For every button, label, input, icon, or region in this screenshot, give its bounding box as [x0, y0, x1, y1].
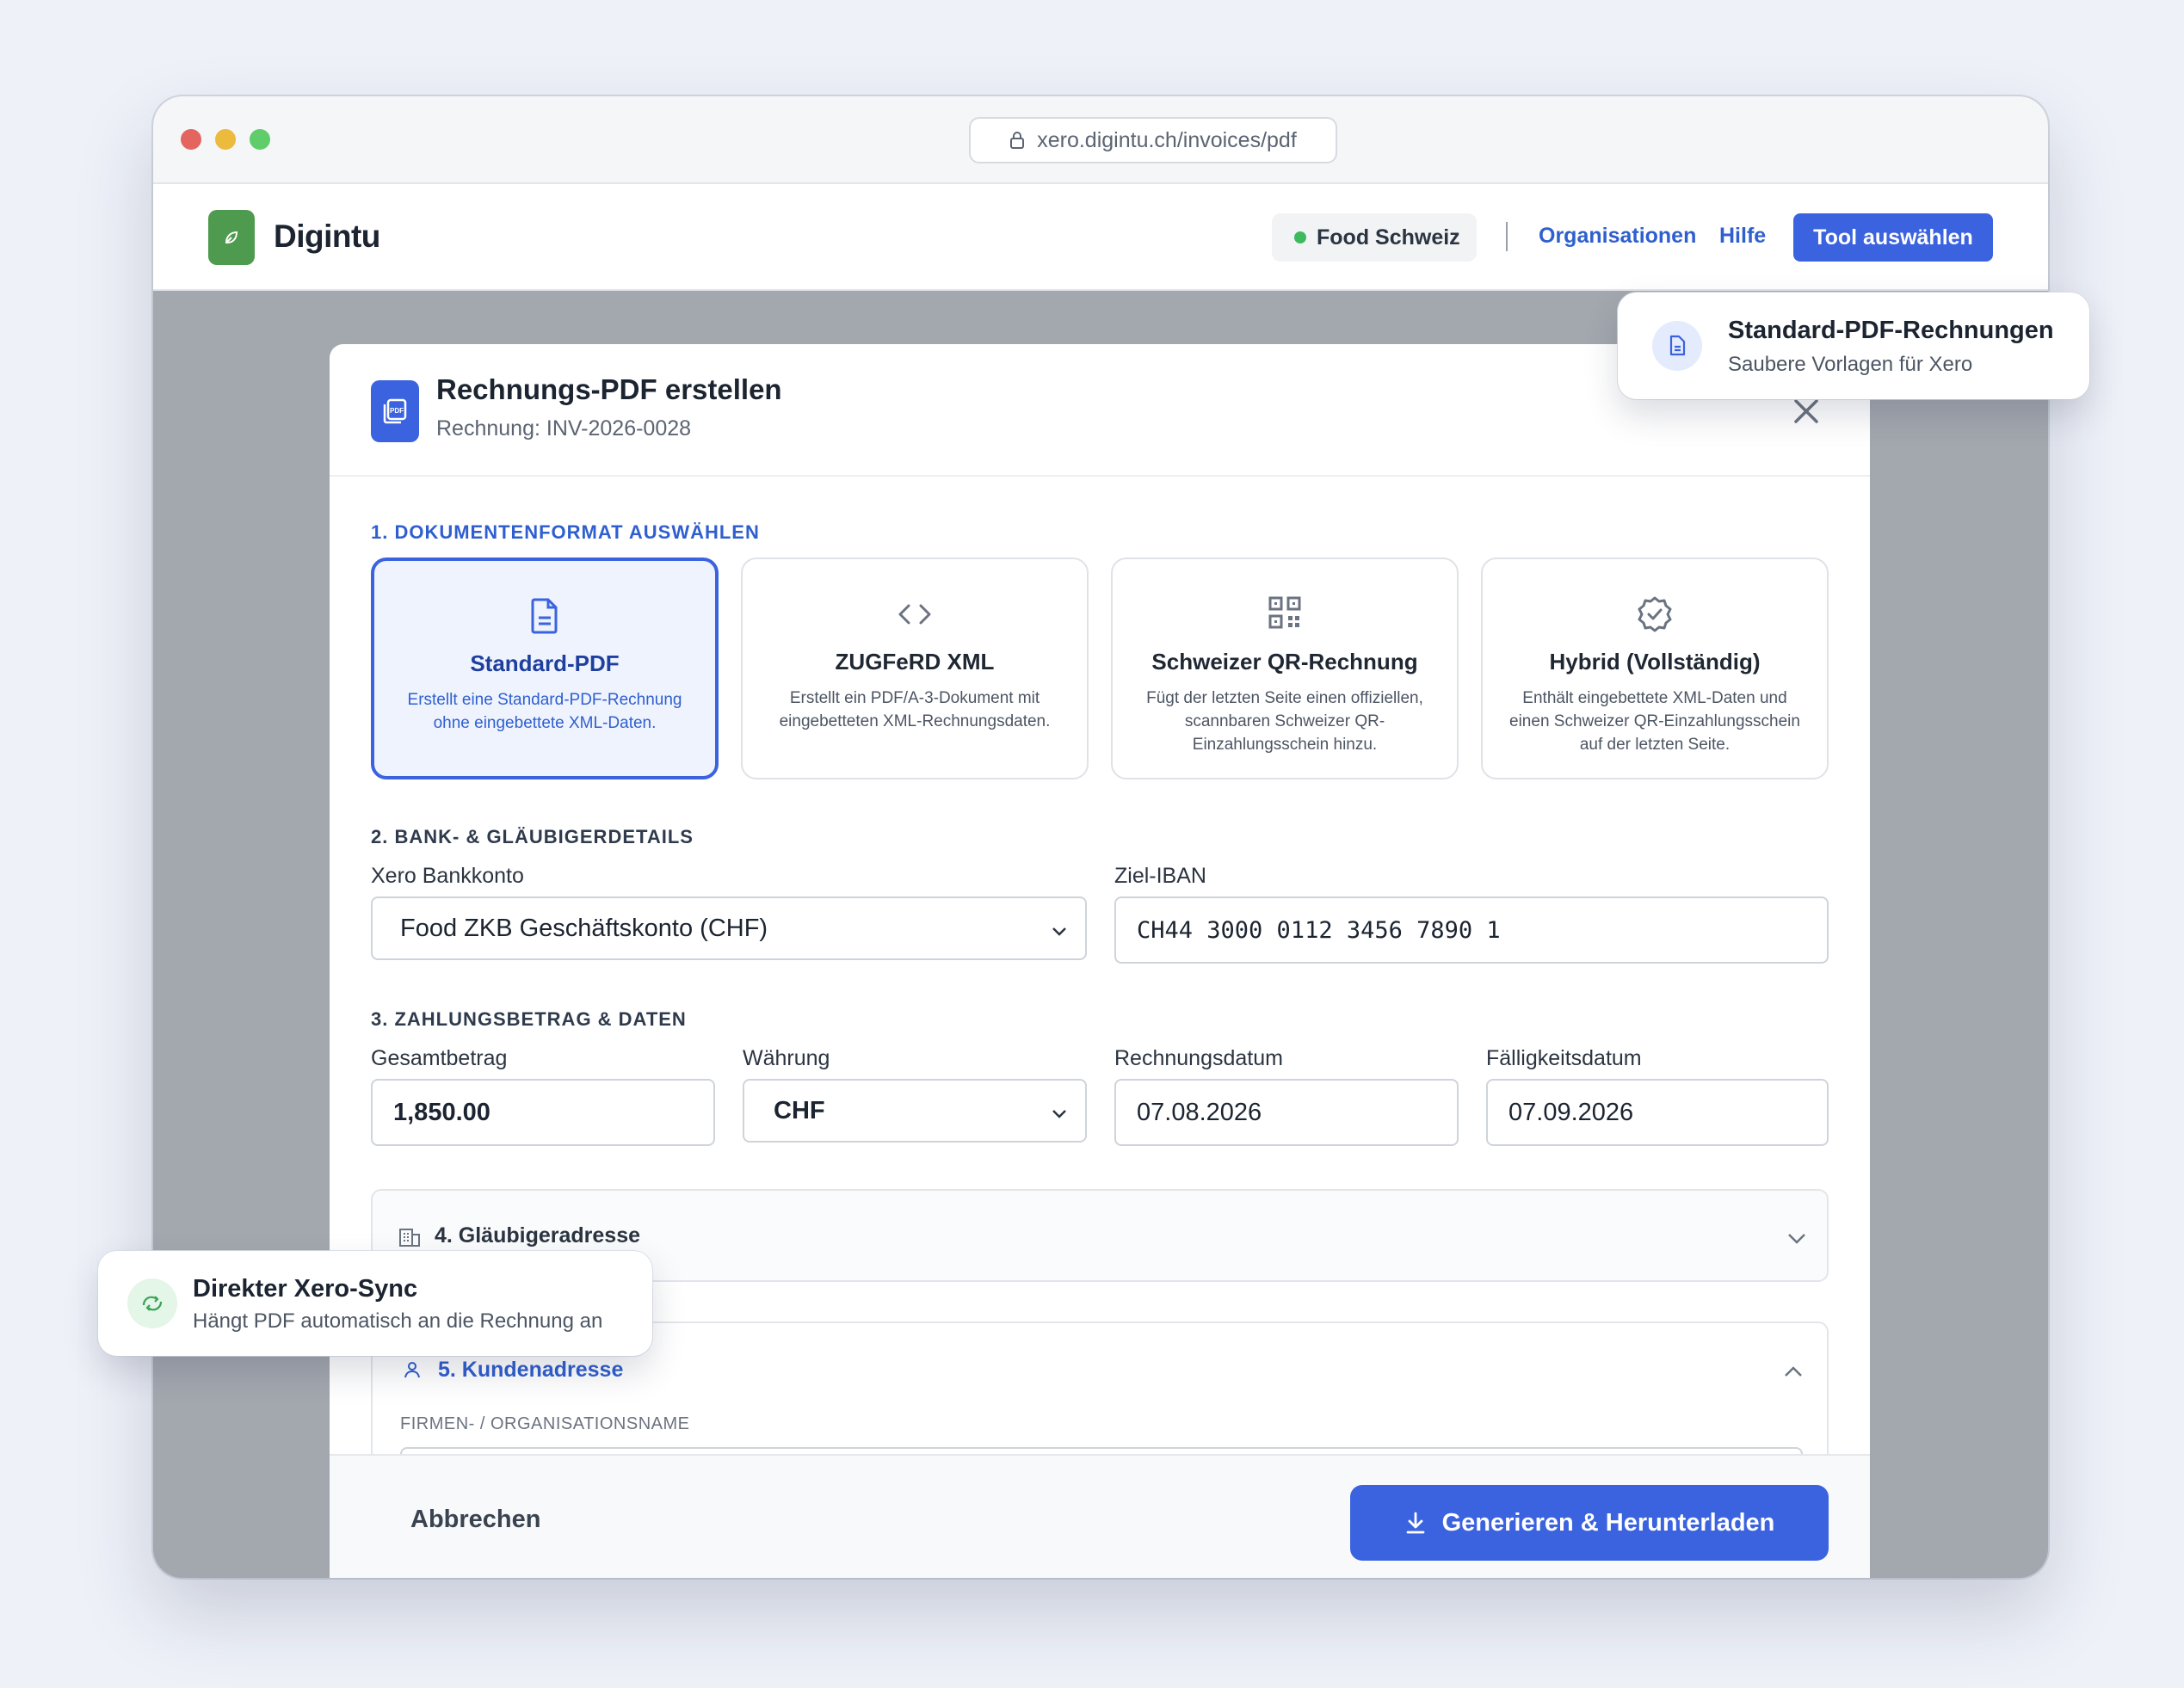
- format-card-qr[interactable]: Schweizer QR-Rechnung Fügt der letzten S…: [1111, 558, 1459, 779]
- format-title: Schweizer QR-Rechnung: [1151, 649, 1418, 675]
- format-card-zugferd[interactable]: ZUGFeRD XML Erstellt ein PDF/A-3-Dokumen…: [741, 558, 1089, 779]
- bank-account-select[interactable]: Food ZKB Geschäftskonto (CHF): [371, 896, 1087, 960]
- browser-chrome: xero.digintu.ch/invoices/pdf: [153, 96, 2048, 184]
- chevron-down-icon: [1788, 1234, 1805, 1244]
- format-title: ZUGFeRD XML: [835, 649, 995, 675]
- user-icon: [404, 1362, 420, 1378]
- iban-input[interactable]: CH44 3000 0112 3456 7890 1: [1114, 896, 1829, 964]
- section-amount-heading: 3. ZAHLUNGSBETRAG & DATEN: [371, 1008, 687, 1030]
- close-window-dot[interactable]: [181, 129, 201, 150]
- download-icon: [1406, 1512, 1424, 1534]
- toast-subtitle: Hängt PDF automatisch an die Rechnung an: [193, 1309, 603, 1333]
- qr-icon: [1268, 596, 1301, 629]
- header-divider: [1506, 222, 1508, 251]
- accordion-title: 5. Kundenadresse: [438, 1358, 624, 1382]
- status-dot-icon: [1294, 231, 1306, 243]
- accordion-title: 4. Gläubigeradresse: [435, 1223, 641, 1248]
- modal-footer: Abbrechen Generieren & Herunterladen: [330, 1454, 1870, 1578]
- nav-organisationen[interactable]: Organisationen: [1539, 224, 1696, 249]
- format-title: Hybrid (Vollständig): [1549, 649, 1761, 675]
- amount-value: 1,850.00: [393, 1098, 490, 1126]
- toast-xero-sync: Direkter Xero-Sync Hängt PDF automatisch…: [98, 1251, 652, 1356]
- toast-title: Standard-PDF-Rechnungen: [1728, 317, 2054, 344]
- format-card-hybrid[interactable]: Hybrid (Vollständig) Enthält eingebettet…: [1481, 558, 1829, 779]
- chevron-up-icon: [1785, 1366, 1802, 1377]
- modal-title: Rechnungs-PDF erstellen: [436, 373, 782, 405]
- company-name-label: FIRMEN- / ORGANISATIONSNAME: [400, 1414, 690, 1433]
- invoice-date-value: 07.08.2026: [1137, 1098, 1262, 1126]
- iban-label: Ziel-IBAN: [1114, 864, 1206, 888]
- toast-subtitle: Saubere Vorlagen für Xero: [1728, 353, 1973, 376]
- sync-icon: [127, 1278, 177, 1328]
- format-desc: Erstellt ein PDF/A-3-Dokument mit eingeb…: [779, 689, 1051, 730]
- toast-standard-pdf: Standard-PDF-Rechnungen Saubere Vorlagen…: [1618, 293, 2089, 399]
- format-desc: Fügt der letzten Seite einen offiziellen…: [1146, 689, 1423, 754]
- currency-select[interactable]: CHF: [743, 1079, 1087, 1143]
- format-desc: Erstellt eine Standard-PDF-Rechnung ohne…: [407, 691, 682, 732]
- toast-title: Direkter Xero-Sync: [193, 1275, 418, 1303]
- url-bar[interactable]: xero.digintu.ch/invoices/pdf: [969, 117, 1337, 163]
- invoice-date-input[interactable]: 07.08.2026: [1114, 1079, 1459, 1146]
- code-icon: [898, 604, 931, 625]
- maximize-window-dot[interactable]: [250, 129, 270, 150]
- org-name: Food Schweiz: [1317, 225, 1460, 250]
- section-format-heading: 1. DOKUMENTENFORMAT AUSWÄHLEN: [371, 521, 760, 543]
- due-date-input[interactable]: 07.09.2026: [1486, 1079, 1829, 1146]
- bank-account-label: Xero Bankkonto: [371, 864, 524, 888]
- brand-name: Digintu: [274, 219, 380, 254]
- generate-label: Generieren & Herunterladen: [1441, 1508, 1775, 1537]
- chevron-down-icon: [1052, 1110, 1066, 1118]
- currency-label: Währung: [743, 1046, 830, 1070]
- bank-account-value: Food ZKB Geschäftskonto (CHF): [400, 914, 768, 942]
- url-text: xero.digintu.ch/invoices/pdf: [1037, 127, 1297, 152]
- section-bank-heading: 2. BANK- & GLÄUBIGERDETAILS: [371, 826, 694, 847]
- due-date-label: Fälligkeitsdatum: [1486, 1046, 1642, 1070]
- file-icon: [531, 598, 558, 634]
- invoice-number: Rechnung: INV-2026-0028: [436, 416, 692, 440]
- file-icon: [1652, 321, 1702, 371]
- amount-input[interactable]: 1,850.00: [371, 1079, 715, 1146]
- chevron-down-icon: [1052, 927, 1066, 936]
- due-date-value: 07.09.2026: [1508, 1098, 1634, 1126]
- create-pdf-modal: PDF Rechnungs-PDF erstellen Rechnung: IN…: [330, 344, 1870, 1578]
- tool-select-button[interactable]: Tool auswählen: [1793, 213, 1993, 262]
- lock-icon: [1010, 132, 1025, 149]
- nav-hilfe[interactable]: Hilfe: [1719, 224, 1766, 249]
- leaf-icon: [225, 231, 238, 243]
- building-icon: [399, 1229, 420, 1247]
- format-desc: Enthält eingebettete XML-Daten und einen…: [1509, 689, 1800, 754]
- minimize-window-dot[interactable]: [215, 129, 236, 150]
- generate-download-button[interactable]: Generieren & Herunterladen: [1350, 1485, 1829, 1561]
- badge-check-icon: [1638, 596, 1672, 632]
- amount-label: Gesamtbetrag: [371, 1046, 508, 1070]
- brand-logo[interactable]: [208, 210, 255, 265]
- invoice-date-label: Rechnungsdatum: [1114, 1046, 1283, 1070]
- format-card-standard-pdf[interactable]: Standard-PDF Erstellt eine Standard-PDF-…: [371, 558, 719, 779]
- app-header: Digintu Food Schweiz Organisationen Hilf…: [153, 184, 2048, 291]
- currency-value: CHF: [774, 1096, 825, 1124]
- pdf-icon: PDF: [371, 380, 419, 442]
- iban-value: CH44 3000 0112 3456 7890 1: [1137, 916, 1501, 944]
- svg-text:PDF: PDF: [390, 407, 404, 415]
- cancel-button[interactable]: Abbrechen: [410, 1506, 540, 1534]
- org-switcher[interactable]: Food Schweiz: [1272, 213, 1477, 262]
- format-title: Standard-PDF: [470, 650, 620, 676]
